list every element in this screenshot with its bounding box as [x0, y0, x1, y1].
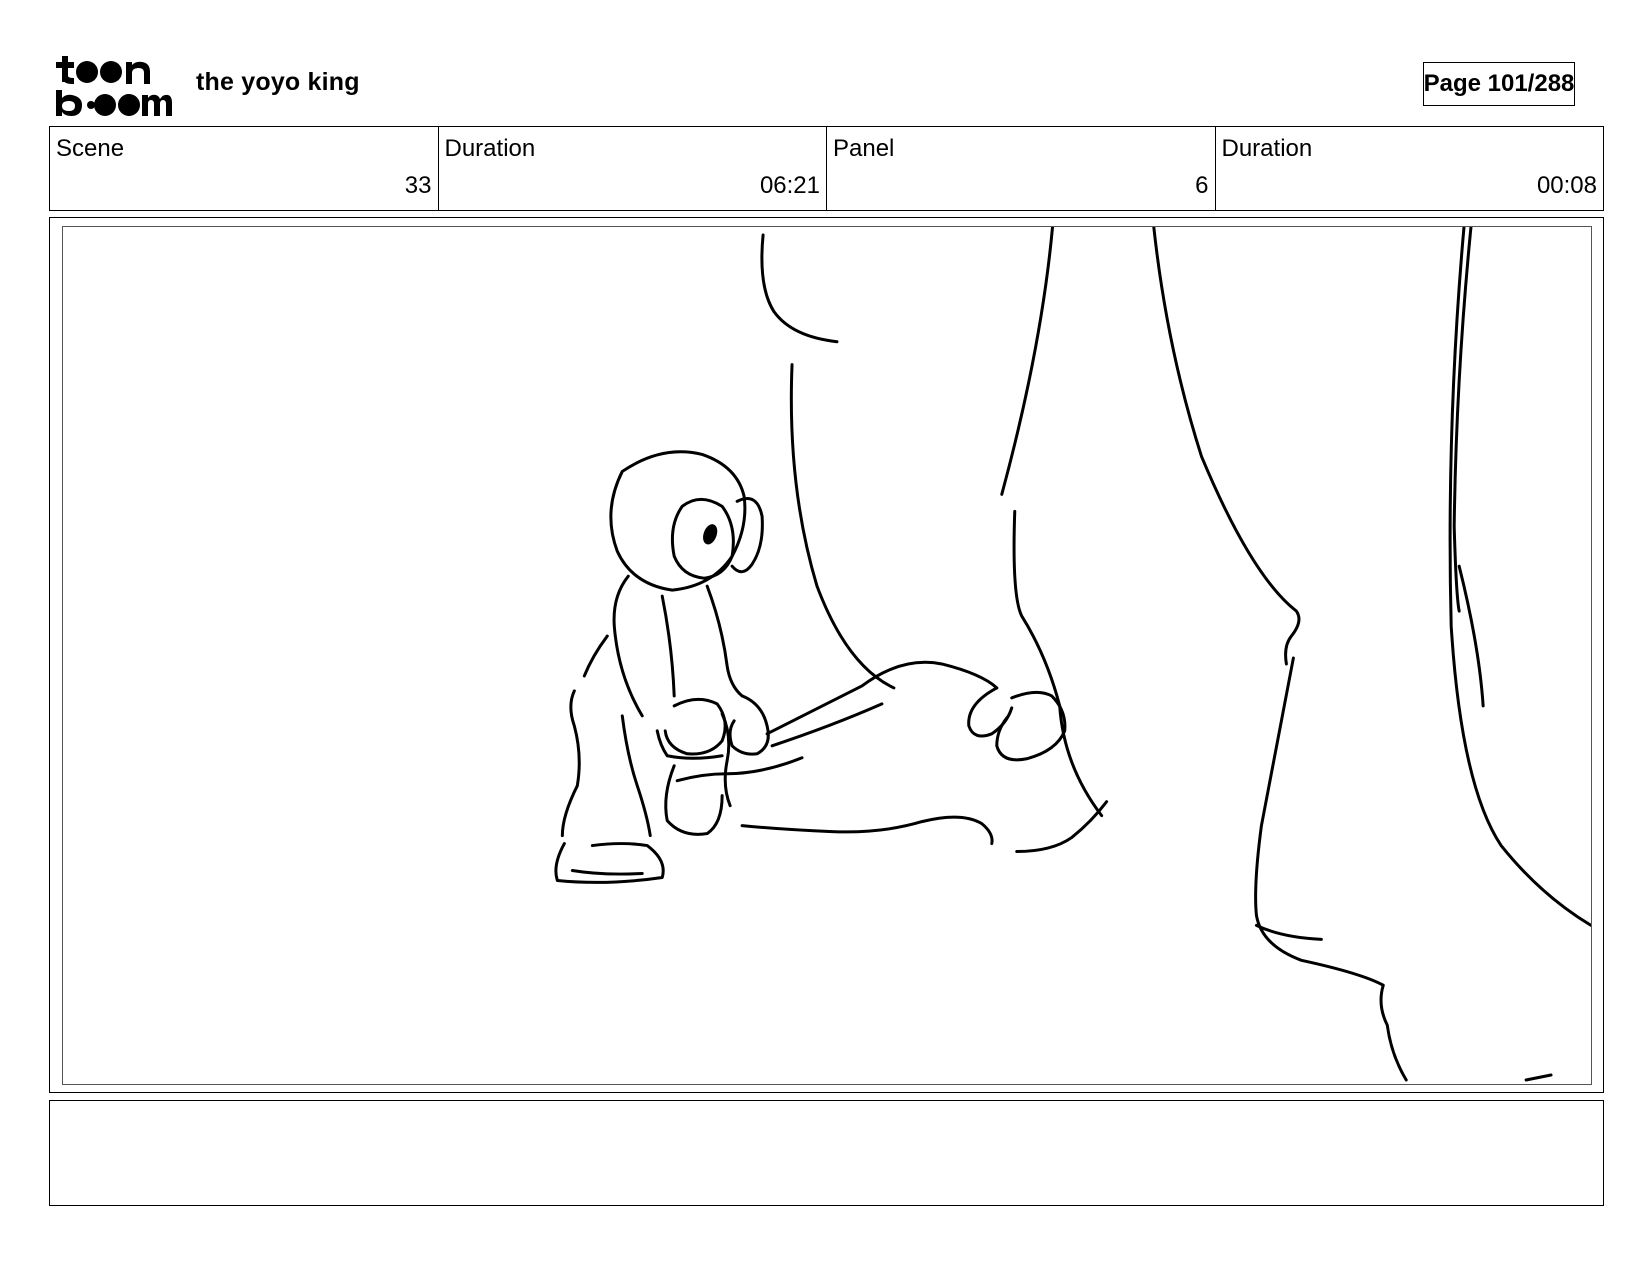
sketch-stroke: [1000, 227, 1055, 496]
sketch-stroke: [720, 712, 732, 808]
panel-duration-label: Duration: [1221, 135, 1313, 162]
logo-mark: [56, 56, 172, 116]
page-indicator: Page 101/288: [1423, 62, 1575, 106]
sketch-stroke: [660, 594, 676, 698]
scene-duration-label: Duration: [444, 135, 536, 162]
panel-cell: Panel 6: [827, 127, 1216, 210]
scene-info-table: Scene 33 Duration 06:21 Panel 6 Duration…: [49, 126, 1604, 211]
sketch-stroke: [789, 363, 896, 690]
sketch-stroke: [728, 694, 770, 756]
project-title: the yoyo king: [196, 68, 360, 96]
scene-value: 33: [404, 172, 432, 199]
panel-label: Panel: [833, 135, 895, 162]
scene-cell: Scene 33: [50, 127, 439, 210]
toon-boom-logo: [54, 54, 172, 118]
sketch-stroke: [995, 690, 1067, 762]
panel-value: 6: [1195, 172, 1209, 199]
sketch-stroke: [705, 584, 744, 698]
sketch-stroke: [1452, 227, 1473, 613]
sketch-stroke: [967, 686, 1014, 738]
sketch-stroke: [765, 660, 999, 736]
sketch-stroke: [730, 497, 764, 574]
sketch-stroke: [1152, 227, 1301, 666]
panel-duration-cell: Duration 00:08: [1216, 127, 1604, 210]
sketch-stroke: [1254, 913, 1408, 1082]
sketch-stroke: [770, 702, 884, 748]
sketch-stroke: [582, 634, 609, 678]
scene-duration-value: 06:21: [759, 172, 820, 199]
sketch-stroke: [663, 697, 727, 756]
sketch-stroke: [1015, 800, 1109, 854]
sketch-stroke: [1457, 564, 1485, 708]
panel-duration-value: 00:08: [1536, 172, 1597, 199]
sketch-stroke: [560, 689, 581, 838]
sketch-stroke: [760, 233, 839, 344]
sketch-stroke: [1524, 1073, 1553, 1082]
sketch-stroke: [1254, 656, 1295, 917]
sketch-stroke: [675, 756, 804, 783]
sketch-stroke: [740, 815, 994, 846]
sketch-stroke: [554, 842, 665, 884]
panel-notes-box: [49, 1100, 1604, 1206]
sketch-stroke: [612, 574, 644, 718]
sketch-stroke: [1012, 509, 1104, 818]
sketch-drawing: [554, 227, 1591, 1082]
sketch-stroke: [620, 714, 652, 838]
sketch-stroke: [570, 869, 644, 876]
scene-label: Scene: [56, 135, 125, 162]
sketch-stroke: [703, 524, 718, 545]
storyboard-panel-image: [62, 226, 1592, 1085]
sketch-stroke: [1448, 227, 1591, 927]
scene-duration-cell: Duration 06:21: [439, 127, 827, 210]
